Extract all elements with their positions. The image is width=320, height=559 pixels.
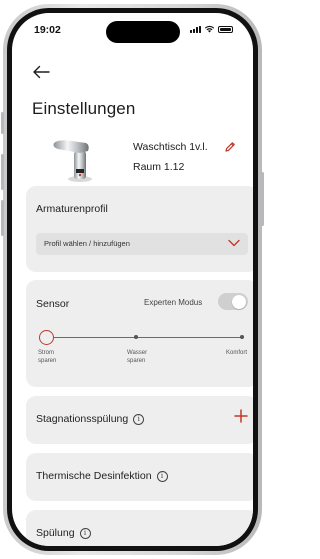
stagnationsspuelung-card[interactable]: Stagnationsspülung i	[26, 396, 253, 444]
sensor-label: Sensor	[36, 298, 70, 310]
slider-step-label: Wasser sparen	[127, 350, 148, 364]
back-arrow-icon[interactable]	[32, 65, 50, 79]
section-title: Thermische Desinfektion	[36, 470, 152, 482]
wifi-icon	[204, 25, 215, 33]
armaturenprofil-label: Armaturenprofil	[36, 203, 108, 215]
screen: 19:02 Einstellungen Waschtisch 1v.l. Rau…	[12, 13, 253, 546]
slider-step-label: Strom sparen	[38, 350, 57, 364]
expert-mode-toggle[interactable]	[218, 293, 248, 310]
slider-step-label: Komfort	[226, 350, 248, 356]
spuelung-card[interactable]: Spülung i	[26, 510, 253, 546]
device-header: Waschtisch 1v.l. Raum 1.12	[36, 127, 253, 185]
volume-down-button	[1, 200, 4, 236]
device-room: Raum 1.12	[133, 161, 185, 173]
info-icon[interactable]: i	[156, 470, 168, 482]
status-time: 19:02	[34, 24, 61, 36]
toggle-knob	[232, 294, 246, 309]
section-title: Stagnationsspülung	[36, 413, 129, 425]
bezel: 19:02 Einstellungen Waschtisch 1v.l. Rau…	[7, 8, 258, 551]
volume-up-button	[1, 154, 4, 190]
profile-select[interactable]: Profil wählen / hinzufügen	[36, 233, 248, 255]
phone-frame: 19:02 Einstellungen Waschtisch 1v.l. Rau…	[1, 4, 264, 555]
profile-select-value: Profil wählen / hinzufügen	[44, 239, 130, 248]
sensor-card: Sensor Experten Modus Strom sparen Wasser…	[26, 280, 253, 387]
plus-icon[interactable]	[234, 409, 248, 423]
power-button	[261, 172, 264, 226]
info-icon[interactable]: i	[79, 527, 91, 539]
sensor-mode-slider[interactable]: Strom sparen Wasser sparen Komfort	[38, 330, 250, 370]
slider-tick	[240, 335, 244, 339]
faucet-image	[53, 140, 92, 182]
thermische-desinfektion-card[interactable]: Thermische Desinfektion i	[26, 453, 253, 501]
section-title: Spülung	[36, 527, 75, 539]
edit-pencil-icon[interactable]	[224, 141, 236, 153]
status-icons	[190, 25, 233, 33]
stagnationsspuelung-label: Stagnationsspülung i	[36, 413, 145, 425]
spuelung-label: Spülung i	[36, 527, 91, 539]
slider-track	[46, 337, 244, 338]
status-bar: 19:02	[12, 13, 253, 49]
page-title: Einstellungen	[32, 99, 136, 118]
chevron-down-icon	[228, 239, 240, 247]
armaturenprofil-card: Armaturenprofil Profil wählen / hinzufüg…	[26, 186, 253, 272]
expert-mode-label: Experten Modus	[144, 298, 203, 307]
device-name: Waschtisch 1v.l.	[133, 141, 208, 153]
slider-tick	[134, 335, 138, 339]
cellular-signal-icon	[190, 25, 201, 33]
battery-icon	[218, 25, 233, 33]
action-button	[1, 112, 4, 134]
dynamic-island	[106, 21, 180, 43]
thermische-desinfektion-label: Thermische Desinfektion i	[36, 470, 168, 482]
slider-thumb[interactable]	[39, 330, 54, 345]
info-icon[interactable]: i	[133, 413, 145, 425]
